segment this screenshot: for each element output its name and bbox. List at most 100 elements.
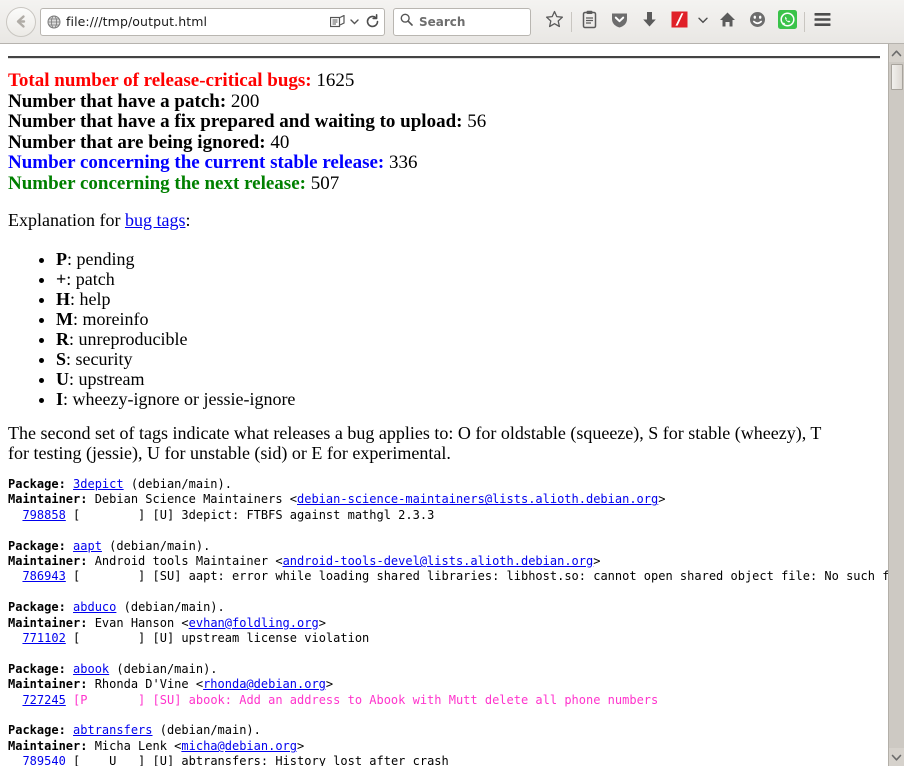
package-line: Package: abtransfers (debian/main).	[8, 723, 880, 738]
bug-id-link[interactable]: 727245	[22, 693, 65, 707]
package-block: Package: abtransfers (debian/main). Maint…	[8, 723, 880, 766]
reload-icon[interactable]	[365, 14, 380, 29]
smiley-icon	[748, 10, 767, 34]
whatsapp-icon	[777, 9, 798, 35]
package-listing: Package: 3depict (debian/main). Maintaine…	[8, 477, 888, 766]
menu-button[interactable]	[807, 7, 837, 37]
flash-icon	[670, 10, 689, 34]
package-name-link[interactable]: abook	[73, 662, 109, 676]
package-name-link[interactable]: abtransfers	[73, 723, 152, 737]
maintainer-email-link[interactable]: debian-science-maintainers@lists.alioth.…	[297, 492, 658, 506]
bug-tag-desc: : upstream	[69, 369, 145, 389]
bug-flags: [ ]	[65, 569, 146, 584]
bookmark-star-icon	[545, 10, 564, 34]
stat-line: Number that are being ignored: 40	[8, 131, 880, 154]
address-bar[interactable]: file:///tmp/output.html	[40, 7, 385, 36]
bug-line: 789540 [ U ] [U] abtransfers: History lo…	[8, 754, 880, 766]
chevron-up-icon	[891, 49, 902, 56]
package-name-link[interactable]: 3depict	[73, 477, 124, 491]
home-button[interactable]	[712, 7, 742, 37]
pocket-shield-icon	[610, 10, 629, 34]
package-section: (debian/main).	[123, 477, 232, 491]
bug-id-link[interactable]: 786943	[22, 569, 65, 583]
bookmark-star-button[interactable]	[539, 7, 569, 37]
bug-line: 786943 [ ] [SU] aapt: error while loadin…	[8, 569, 888, 584]
maintainer-name: Micha Lenk <	[87, 738, 182, 753]
bug-tag-desc: : unreproducible	[69, 329, 188, 349]
back-arrow-icon	[16, 15, 25, 28]
bug-indent	[8, 693, 22, 707]
bug-flags: [ ]	[65, 631, 146, 646]
maintainer-bracket-close: >	[297, 738, 305, 753]
whatsapp-button[interactable]	[772, 7, 802, 37]
hamburger-menu-icon	[813, 11, 832, 33]
package-section: (debian/main).	[116, 600, 225, 615]
stats-block: Total number of release-critical bugs: 1…	[8, 70, 880, 195]
bug-line: 727245 [P ] [SU] abook: Add an address t…	[8, 693, 880, 708]
bug-title: abtransfers: History lost after crash	[174, 754, 449, 766]
bug-tag-item: U: upstream	[56, 369, 880, 389]
maintainer-bracket-close: >	[658, 492, 666, 507]
page-viewport: Total number of release-critical bugs: 1…	[0, 44, 904, 766]
horizontal-rule	[8, 56, 880, 59]
stat-label: Number concerning the next release	[8, 172, 300, 194]
flash-plugin-button[interactable]	[664, 7, 694, 37]
bug-title: aapt: error while loading shared librari…	[181, 569, 888, 584]
package-label: Package:	[8, 723, 66, 738]
globe-icon	[47, 15, 61, 29]
maintainer-bracket-close: >	[325, 677, 334, 692]
bug-tag-code: I	[56, 389, 64, 409]
stat-line: Number that have a fix prepared and wait…	[8, 111, 880, 133]
pocket-button[interactable]	[604, 7, 634, 37]
bug-tags-link[interactable]: bug tags	[125, 210, 186, 230]
package-block: Package: 3depict (debian/main). Maintaine…	[8, 477, 880, 523]
stat-line: Number concerning the next release: 507	[8, 172, 880, 195]
bug-release-tags: [SU]	[145, 692, 182, 707]
bug-indent	[8, 631, 22, 645]
maintainer-name: Android tools Maintainer <	[87, 554, 283, 569]
scrollbar-thumb[interactable]	[890, 64, 903, 90]
bug-line: 798858 [ ] [U] 3depict: FTBFS against ma…	[8, 508, 880, 523]
maintainer-name: Debian Science Maintainers <	[87, 492, 297, 507]
back-button[interactable]	[6, 6, 36, 37]
bug-tag-desc: : security	[66, 349, 133, 369]
home-icon	[718, 10, 737, 34]
page-scrollbar[interactable]	[888, 44, 904, 766]
bug-tag-item: S: security	[56, 349, 880, 369]
bug-id-link[interactable]: 771102	[22, 631, 65, 645]
bookmarks-list-button[interactable]	[574, 7, 604, 37]
bug-tag-item: P: pending	[56, 249, 880, 269]
stat-value: 40	[265, 131, 290, 153]
reader-mode-icon[interactable]	[330, 14, 345, 29]
package-block: Package: abook (debian/main). Maintainer:…	[8, 662, 880, 708]
bug-tag-code: +	[56, 269, 67, 289]
chevron-down-icon[interactable]	[349, 16, 360, 27]
maintainer-line: Maintainer: Android tools Maintainer <an…	[8, 554, 880, 569]
feedback-button[interactable]	[742, 7, 772, 37]
maintainer-email-link[interactable]: micha@debian.org	[181, 739, 297, 753]
package-name-link[interactable]: abduco	[73, 600, 116, 614]
flash-dropdown-button[interactable]	[694, 7, 712, 37]
bug-tags-explanation: Explanation for bug tags:	[8, 210, 880, 231]
bug-id-link[interactable]: 789540	[22, 754, 65, 766]
bug-tag-item: R: unreproducible	[56, 329, 880, 349]
maintainer-email-link[interactable]: evhan@foldling.org	[189, 616, 319, 630]
bug-flags: [ U ]	[65, 754, 146, 766]
bug-title: abook: Add an address to Abook with Mutt…	[181, 692, 659, 707]
scroll-down-button[interactable]	[888, 748, 904, 766]
toolbar-separator	[804, 11, 805, 32]
scrollbar-track[interactable]	[889, 62, 904, 748]
maintainer-email-link[interactable]: rhonda@debian.org	[203, 677, 326, 691]
bug-release-tags: [U]	[145, 754, 175, 766]
bug-id-link[interactable]: 798858	[22, 508, 65, 522]
bug-tag-code: R	[56, 329, 69, 349]
downloads-icon	[641, 10, 658, 34]
chevron-down-icon	[891, 754, 902, 761]
package-name-link[interactable]: aapt	[73, 539, 102, 553]
downloads-button[interactable]	[634, 7, 664, 37]
search-input[interactable]: Search	[393, 7, 531, 36]
search-icon	[400, 13, 413, 31]
maintainer-email-link[interactable]: android-tools-devel@lists.alioth.debian.…	[283, 554, 594, 568]
scroll-up-button[interactable]	[888, 44, 904, 62]
bug-tag-desc: : pending	[67, 249, 135, 269]
